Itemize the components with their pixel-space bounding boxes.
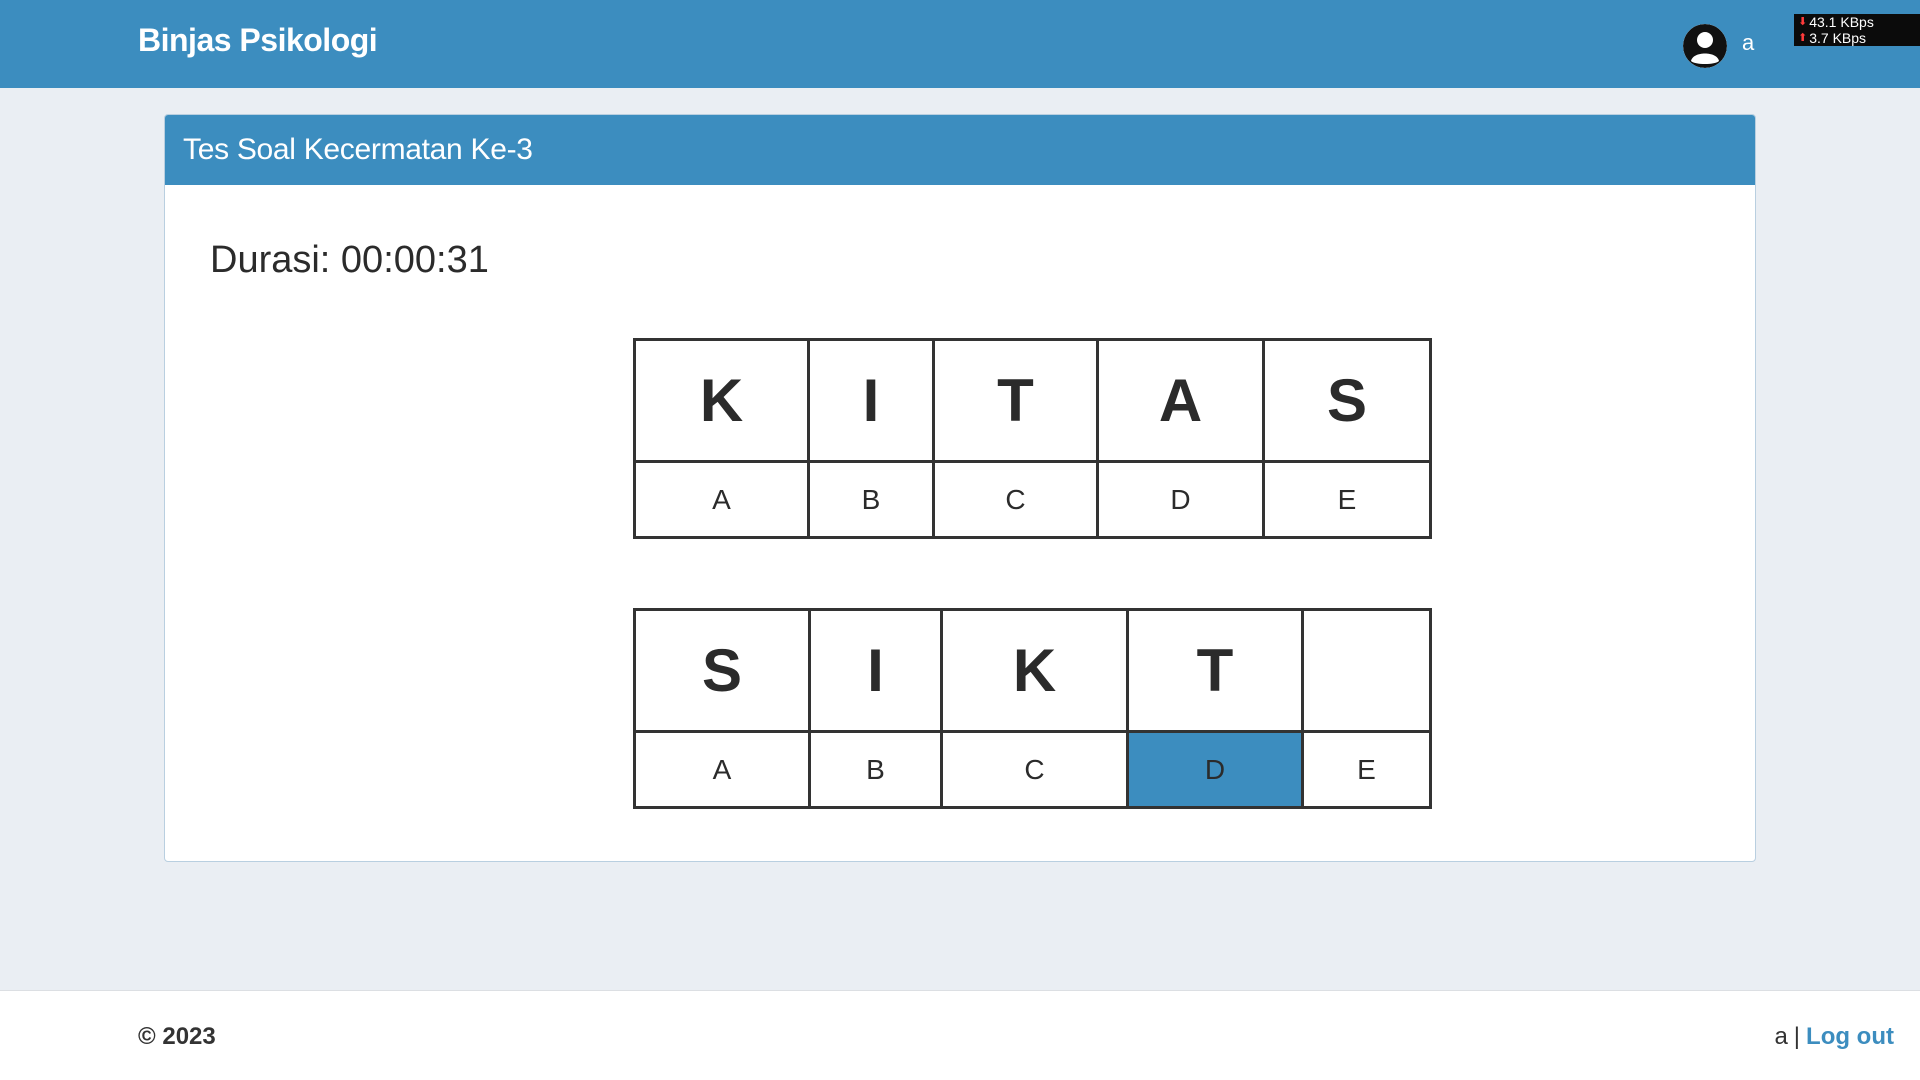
answer-option-b[interactable]: B	[808, 730, 943, 809]
top-navbar: Binjas Psikologi a ⬇ 43.1 KBps ⬆ 3.7 KBps	[0, 0, 1920, 88]
footer: © 2023 a | Log out	[0, 990, 1920, 1080]
answer-option-d[interactable]: D	[1126, 730, 1304, 809]
logout-link[interactable]: Log out	[1806, 1023, 1894, 1051]
key-label-cell: B	[807, 460, 935, 539]
copyright-text: © 2023	[138, 1023, 216, 1050]
footer-separator: |	[1793, 1023, 1801, 1050]
duration-timer: Durasi: 00:00:31	[210, 239, 489, 281]
question-letters-row: S I K T	[633, 608, 1432, 733]
question-table: S I K T A B C D E	[633, 608, 1432, 809]
key-letter-cell: A	[1096, 338, 1265, 463]
answer-option-c[interactable]: C	[940, 730, 1129, 809]
question-letter-cell: S	[633, 608, 811, 733]
footer-user-name: a	[1774, 1023, 1788, 1050]
key-label-cell: E	[1262, 460, 1432, 539]
card-header: Tes Soal Kecermatan Ke-3	[165, 115, 1755, 185]
answer-options-row: A B C D E	[633, 730, 1432, 809]
network-speed-widget: ⬇ 43.1 KBps ⬆ 3.7 KBps	[1794, 14, 1920, 46]
question-letter-cell: T	[1126, 608, 1304, 733]
footer-user-area: a | Log out	[1774, 1023, 1894, 1051]
brand-title[interactable]: Binjas Psikologi	[138, 22, 378, 59]
question-key-table: K I T A S A B C D E	[633, 338, 1432, 539]
answer-option-e[interactable]: E	[1301, 730, 1432, 809]
key-letter-cell: I	[807, 338, 935, 463]
key-label-cell: D	[1096, 460, 1265, 539]
key-label-cell: A	[633, 460, 810, 539]
upload-arrow-icon: ⬆	[1798, 32, 1808, 44]
user-name[interactable]: a	[1742, 30, 1754, 56]
upload-speed: 3.7 KBps	[1809, 30, 1867, 46]
key-letters-row: K I T A S	[633, 338, 1432, 463]
key-label-cell: C	[932, 460, 1099, 539]
question-letter-cell: I	[808, 608, 943, 733]
question-letter-cell: K	[940, 608, 1129, 733]
question-letter-cell	[1301, 608, 1432, 733]
key-letter-cell: T	[932, 338, 1099, 463]
download-speed: 43.1 KBps	[1809, 14, 1874, 30]
answer-option-a[interactable]: A	[633, 730, 811, 809]
user-avatar-icon[interactable]	[1683, 24, 1727, 68]
test-card: Tes Soal Kecermatan Ke-3 Durasi: 00:00:3…	[164, 114, 1756, 862]
key-labels-row: A B C D E	[633, 460, 1432, 539]
card-title: Tes Soal Kecermatan Ke-3	[183, 133, 533, 166]
key-letter-cell: K	[633, 338, 810, 463]
download-arrow-icon: ⬇	[1798, 16, 1808, 28]
key-letter-cell: S	[1262, 338, 1432, 463]
